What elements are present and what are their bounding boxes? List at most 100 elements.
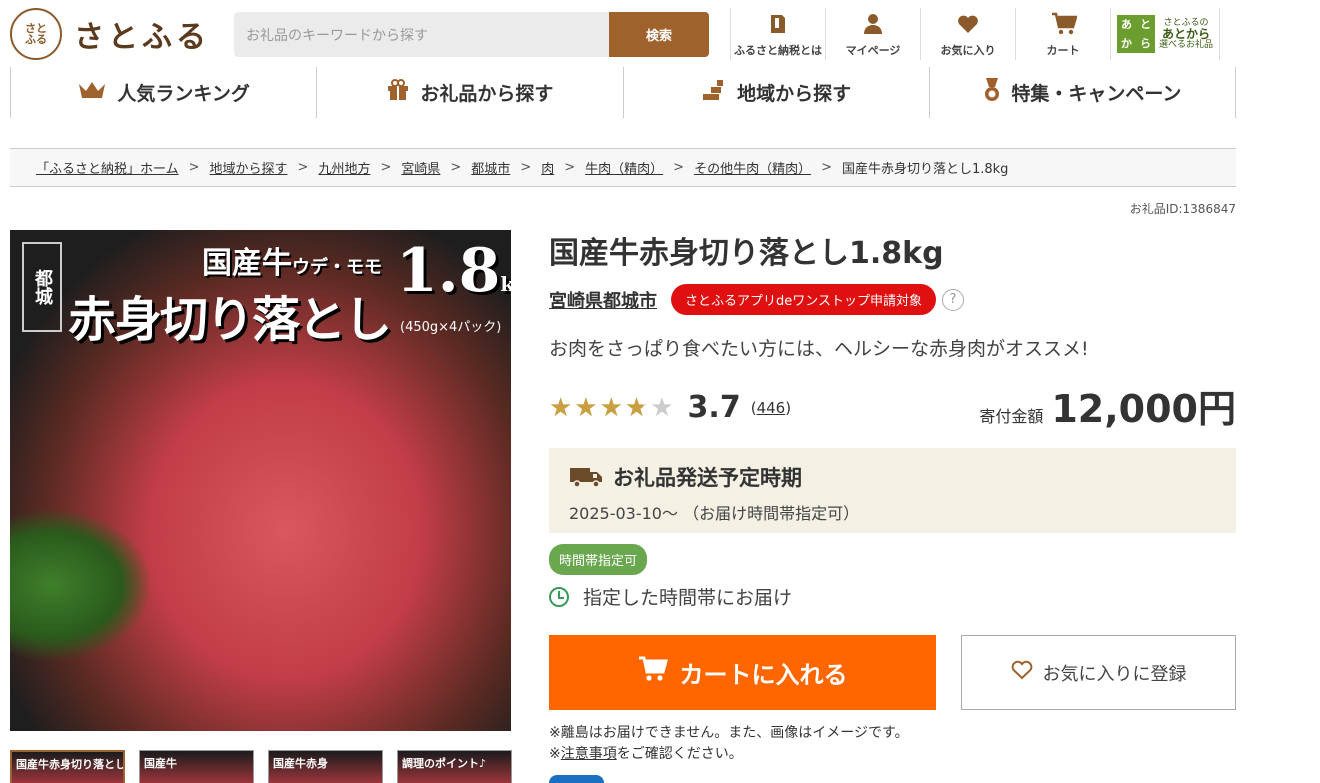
atokara-line2: あとから <box>1161 26 1210 41</box>
caution-link[interactable]: 注意事項 <box>561 746 617 762</box>
app-onestop-badge: さとふるアプリdeワンストップ申請対象 <box>671 284 936 315</box>
review-paren-close: ) <box>785 398 792 417</box>
blue-tab[interactable] <box>549 775 604 783</box>
add-to-cart-button[interactable]: カートに入れる <box>549 635 936 710</box>
breadcrumb-link-home[interactable]: 「ふるさと納税」ホーム <box>36 158 179 177</box>
header-nav-about-label: ふるさと納税とは <box>734 44 822 57</box>
main-nav-ranking-label: 人気ランキング <box>117 83 250 105</box>
region-icon <box>701 78 727 107</box>
header-nav-about[interactable]: ふるさと納税とは <box>730 8 825 60</box>
header-nav-favorites[interactable]: お気に入り <box>920 8 1015 60</box>
shipping-date: 2025-03-10～ （お届け時間帯指定可） <box>569 504 860 523</box>
shipping-title-row: お礼品発送予定時期 <box>569 462 1216 492</box>
image-region-badge: 都城 <box>22 242 62 332</box>
thumbnail-2[interactable]: 国産牛 <box>139 750 254 783</box>
main-nav-gifts[interactable]: お礼品から探す <box>316 67 622 118</box>
add-to-favorites-button[interactable]: お気に入りに登録 <box>961 635 1236 710</box>
header-nav: ふるさと納税とは マイページ お気に入り カート あ と か ら さとふるの あ… <box>730 8 1220 60</box>
time-slot-note: 指定した時間帯にお届け <box>549 583 792 610</box>
breadcrumb: 「ふるさと納税」ホーム > 地域から探す > 九州地方 > 宮崎県 > 都城市 > 肉 > … <box>10 148 1236 187</box>
breadcrumb-link-other-beef[interactable]: その他牛肉（精肉） <box>694 158 811 177</box>
cart-icon <box>638 655 668 690</box>
catch-copy: お肉をさっぱり食べたい方には、ヘルシーな赤身肉がオススメ! <box>549 338 1089 360</box>
note-line-2: ※注意事項をご確認ください。 <box>549 744 909 765</box>
main-nav-campaign-label: 特集・キャンペーン <box>1011 83 1182 105</box>
breadcrumb-current: 国産牛赤身切り落とし1.8kg <box>841 162 1009 177</box>
atokara-char: あ <box>1120 18 1132 31</box>
main-nav-campaign[interactable]: 特集・キャンペーン <box>928 67 1236 118</box>
breadcrumb-link-miyazaki[interactable]: 宮崎県 <box>401 158 440 177</box>
leaves-decoration <box>10 510 150 660</box>
item-id: お礼品ID:1386847 <box>1129 202 1236 216</box>
header-nav-cart-label: カート <box>1046 44 1080 57</box>
cart-icon <box>1051 12 1078 36</box>
breadcrumb-link-miyakonojo[interactable]: 都城市 <box>471 158 510 177</box>
product-main-image[interactable]: 都城 国産牛ウデ・モモ 赤身切り落とし 1.8kg (450g×4パック) <box>10 230 511 731</box>
header-nav-atokara[interactable]: あ と か ら さとふるの あとから 選べるお礼品 <box>1110 8 1220 60</box>
atokara-text: さとふるの あとから 選べるお礼品 <box>1159 18 1213 51</box>
image-weight-value: 1.8 <box>396 236 501 306</box>
atokara-line1: さとふるの <box>1163 17 1209 28</box>
atokara-logo-icon: あ と か ら <box>1116 15 1155 53</box>
price-value: 12,000円 <box>1051 387 1236 431</box>
header-nav-cart[interactable]: カート <box>1015 8 1110 60</box>
main-nav-region[interactable]: 地域から探す <box>622 67 929 118</box>
search-button[interactable]: 検索 <box>609 12 709 57</box>
user-icon <box>861 12 885 36</box>
breadcrumb-separator: > <box>297 160 309 175</box>
note-suffix: をご確認ください。 <box>616 746 743 762</box>
heart-outline-icon <box>1011 660 1033 685</box>
municipality-link[interactable]: 宮崎県都城市 <box>549 287 657 313</box>
atokara-char: か <box>1120 37 1132 50</box>
main-nav-gifts-label: お礼品から探す <box>420 83 554 105</box>
logo-mark-icon: さと ふる <box>10 8 62 60</box>
atokara-line3: 選べるお礼品 <box>1158 39 1213 50</box>
thumbnail-4[interactable]: 調理のポイント♪ <box>397 750 512 783</box>
breadcrumb-separator: > <box>520 160 532 175</box>
product-title: 国産牛赤身切り落とし1.8kg <box>549 236 944 271</box>
rating: ★★★★★ ★★★★★ 3.7 (446) <box>549 390 791 425</box>
breadcrumb-link-kyushu[interactable]: 九州地方 <box>318 158 370 177</box>
add-to-favorites-label: お気に入りに登録 <box>1042 663 1187 685</box>
search-input[interactable]: お礼品のキーワードから探す <box>234 12 609 57</box>
help-icon[interactable]: ? <box>942 288 964 311</box>
breadcrumb-separator: > <box>821 160 832 175</box>
thumbnail-1[interactable]: 国産牛赤身切り落とし1.8kg <box>10 750 125 783</box>
image-subtitle-parts: ウデ・モモ <box>292 257 382 278</box>
rating-value: 3.7 <box>687 390 741 425</box>
notes: ※離島はお届けできません。また、画像はイメージです。 ※注意事項をご確認ください… <box>549 723 909 765</box>
review-count-link[interactable]: 446 <box>757 399 786 417</box>
site-header: さと ふる さとふる お礼品のキーワードから探す 検索 ふるさと納税とは マイペー… <box>0 0 1320 62</box>
header-nav-favorites-label: お気に入り <box>940 44 996 57</box>
image-title-block: 都城 国産牛ウデ・モモ 赤身切り落とし 1.8kg (450g×4パック) <box>16 236 511 348</box>
breadcrumb-link-region[interactable]: 地域から探す <box>210 158 288 177</box>
main-nav-ranking[interactable]: 人気ランキング <box>10 67 316 118</box>
municipality-row: 宮崎県都城市 さとふるアプリdeワンストップ申請対象 ? <box>549 284 964 315</box>
thumbnail-3[interactable]: 国産牛赤身 <box>268 750 383 783</box>
breadcrumb-separator: > <box>380 160 392 175</box>
rating-stars: ★★★★★ ★★★★★ <box>549 395 676 421</box>
breadcrumb-link-meat[interactable]: 肉 <box>541 158 554 177</box>
crown-icon <box>77 80 107 105</box>
header-nav-mypage-label: マイページ <box>845 44 901 57</box>
header-nav-mypage[interactable]: マイページ <box>825 8 920 60</box>
shipping-box: お礼品発送予定時期 2025-03-10～ （お届け時間帯指定可） <box>549 448 1236 533</box>
image-weight: 1.8kg <box>396 236 511 306</box>
main-nav-region-label: 地域から探す <box>737 83 852 105</box>
breadcrumb-separator: > <box>673 160 685 175</box>
book-icon <box>766 12 790 36</box>
thumbnail-strip: 国産牛赤身切り落とし1.8kg 国産牛 国産牛赤身 調理のポイント♪ <box>10 750 512 783</box>
breadcrumb-separator: > <box>450 160 462 175</box>
review-count: (446) <box>751 399 791 417</box>
image-weight-unit: kg <box>500 272 511 296</box>
donation-price: 寄付金額 12,000円 <box>979 378 1236 433</box>
site-logo[interactable]: さと ふる さとふる <box>10 8 210 60</box>
atokara-char: ら <box>1139 37 1151 50</box>
clock-icon <box>549 586 569 607</box>
shipping-title: お礼品発送予定時期 <box>613 466 802 490</box>
image-pack-info: (450g×4パック) <box>400 320 502 335</box>
image-main-title: 赤身切り落とし <box>68 292 392 348</box>
time-slot-badge: 時間帯指定可 <box>549 544 648 575</box>
image-subtitle: 国産牛ウデ・モモ <box>202 238 382 282</box>
breadcrumb-link-beef[interactable]: 牛肉（精肉） <box>585 158 663 177</box>
